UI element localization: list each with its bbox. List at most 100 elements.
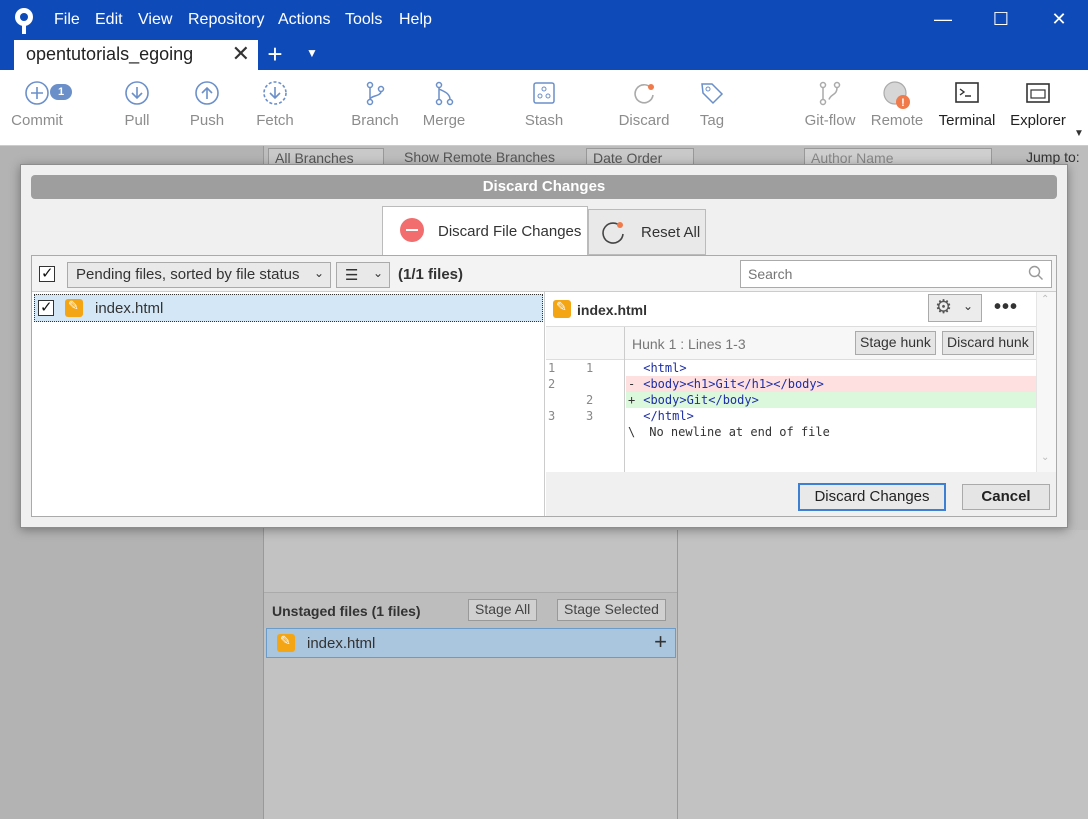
stash-button[interactable]: Stash — [516, 76, 572, 142]
menu-view[interactable]: View — [138, 11, 172, 29]
stage-all-button[interactable]: Stage All — [468, 599, 538, 621]
file-row[interactable]: index.html — [34, 294, 543, 322]
diff-code: </html> — [626, 408, 1036, 424]
pull-button[interactable]: Pull — [110, 76, 164, 142]
diff-marker — [628, 409, 635, 423]
commit-icon — [25, 81, 49, 105]
branch-label: Branch — [351, 112, 399, 129]
push-label: Push — [189, 112, 225, 129]
menu-tools[interactable]: Tools — [345, 11, 382, 29]
diff-header: index.html ⚙ ⌄ ••• — [546, 292, 1036, 327]
diff-line: 2 - <body><h1>Git</h1></body> — [546, 376, 1036, 392]
diff-code: \ No newline at end of file — [626, 424, 1036, 440]
stage-hunk-button[interactable]: Stage hunk — [855, 331, 936, 355]
pull-icon — [125, 81, 149, 105]
stage-selected-button[interactable]: Stage Selected — [557, 599, 666, 621]
menu-repository[interactable]: Repository — [188, 11, 264, 29]
new-line-number: 2 — [586, 393, 594, 407]
add-tab-button[interactable]: + — [262, 40, 288, 68]
commit-panel-dimmed — [264, 530, 677, 819]
merge-label: Merge — [422, 112, 466, 129]
terminal-button[interactable]: Terminal — [934, 76, 1000, 142]
merge-button[interactable]: Merge — [416, 76, 472, 142]
tag-label: Tag — [699, 112, 725, 129]
tab-menu-button[interactable]: ▼ — [300, 46, 324, 66]
search-input[interactable] — [740, 260, 1052, 288]
diff-options-button[interactable]: ⚙ ⌄ — [928, 294, 982, 322]
file-list: index.html — [32, 292, 545, 516]
menu-file[interactable]: File — [54, 11, 80, 29]
chevron-down-icon: ⌄ — [313, 266, 324, 280]
diff-code-text: <body>Git</body> — [643, 393, 759, 407]
explorer-button[interactable]: Explorer — [1006, 76, 1070, 142]
commit-button[interactable]: 1 Commit — [6, 76, 72, 142]
diff-code: + <body>Git</body> — [626, 392, 1036, 408]
more-options-icon[interactable]: ••• — [994, 296, 1018, 319]
dialog-body: Pending files, sorted by file status ⌄ ☰… — [31, 255, 1057, 517]
details-panel-dimmed — [677, 530, 1088, 819]
discard-hunk-button[interactable]: Discard hunk — [942, 331, 1034, 355]
tab-discard-file-changes[interactable]: Discard File Changes — [382, 206, 588, 256]
gitflow-icon — [819, 81, 841, 106]
diff-marker: - — [628, 377, 636, 391]
menu-actions[interactable]: Actions — [278, 11, 330, 29]
tab-reset-all[interactable]: Reset All — [588, 209, 706, 255]
branch-button[interactable]: Branch — [348, 76, 402, 142]
tab-discard-label: Discard File Changes — [438, 223, 582, 240]
repo-tab-label: opentutorials_egoing — [26, 44, 194, 64]
minimize-button[interactable]: — — [928, 6, 958, 32]
gear-icon: ⚙ — [935, 297, 953, 318]
maximize-button[interactable]: ☐ — [986, 6, 1016, 32]
tab-close-icon[interactable]: ✕ — [232, 43, 250, 65]
diff-scrollbar[interactable]: ⌃ ⌄ — [1036, 292, 1056, 472]
diff-code-text: </html> — [643, 409, 694, 423]
scroll-down-icon[interactable]: ⌄ — [1041, 452, 1049, 463]
menu-edit[interactable]: Edit — [95, 11, 123, 29]
select-all-checkbox[interactable] — [39, 264, 55, 282]
pull-label: Pull — [124, 112, 150, 129]
unstaged-files-header: Unstaged files (1 files) Stage All Stage… — [264, 592, 677, 628]
gitflow-button[interactable]: Git-flow — [798, 76, 862, 142]
fetch-button[interactable]: Fetch — [248, 76, 302, 142]
file-count-label: (1/1 files) — [398, 266, 464, 283]
toolbar-overflow-icon[interactable]: ▼ — [1074, 128, 1084, 139]
unstaged-file-row[interactable]: index.html + — [266, 628, 676, 658]
commit-count-badge: 1 — [50, 84, 72, 100]
old-line-number: 2 — [548, 377, 556, 391]
close-window-button[interactable]: ✕ — [1044, 6, 1074, 32]
stage-file-plus-icon[interactable]: + — [654, 631, 667, 653]
sort-dropdown[interactable]: Pending files, sorted by file status ⌄ — [67, 262, 331, 288]
diff-marker: + — [628, 393, 636, 407]
toolbar: 1 Commit Pull Push Fetch Branch Merge St… — [0, 70, 1088, 146]
diff-line: 3 3 </html> — [546, 408, 1036, 424]
discard-changes-dialog: Discard Changes Discard File Changes Res… — [20, 164, 1068, 528]
fetch-label: Fetch — [256, 112, 294, 129]
view-mode-dropdown[interactable]: ☰ ⌄ — [336, 262, 390, 288]
new-line-number: 1 — [586, 361, 594, 375]
scroll-up-icon[interactable]: ⌃ — [1041, 294, 1049, 305]
discard-icon — [634, 83, 654, 104]
discard-toolbar-button[interactable]: Discard — [612, 76, 676, 142]
diff-line: 2 + <body>Git</body> — [546, 392, 1036, 408]
unstaged-files-title: Unstaged files (1 files) — [272, 603, 421, 619]
repo-tab[interactable]: opentutorials_egoing ✕ — [14, 40, 258, 70]
reset-icon — [602, 222, 624, 244]
hunk-header: Hunk 1 : Lines 1-3 Stage hunk Discard hu… — [546, 327, 1036, 360]
tab-reset-label: Reset All — [641, 224, 701, 241]
push-button[interactable]: Push — [180, 76, 234, 142]
discard-minus-icon — [400, 218, 424, 242]
terminal-icon — [955, 82, 979, 103]
diff-code-text: No newline at end of file — [649, 425, 830, 439]
remote-button[interactable]: ! Remote — [866, 76, 928, 142]
modified-file-icon — [65, 298, 83, 317]
diff-lines: 1 1 <html> 2 - <body><h1>Git</h1></body> 2 + <b… — [546, 360, 1036, 440]
menu-help[interactable]: Help — [399, 11, 432, 29]
file-checkbox[interactable] — [38, 298, 54, 316]
remote-globe-icon: ! — [883, 81, 910, 109]
discard-changes-button[interactable]: Discard Changes — [798, 483, 946, 511]
cancel-button[interactable]: Cancel — [962, 484, 1050, 510]
diff-line: 1 1 <html> — [546, 360, 1036, 376]
chevron-down-icon: ⌄ — [963, 299, 974, 313]
sourcetree-logo-icon — [15, 8, 33, 34]
tag-button[interactable]: Tag — [690, 76, 734, 142]
